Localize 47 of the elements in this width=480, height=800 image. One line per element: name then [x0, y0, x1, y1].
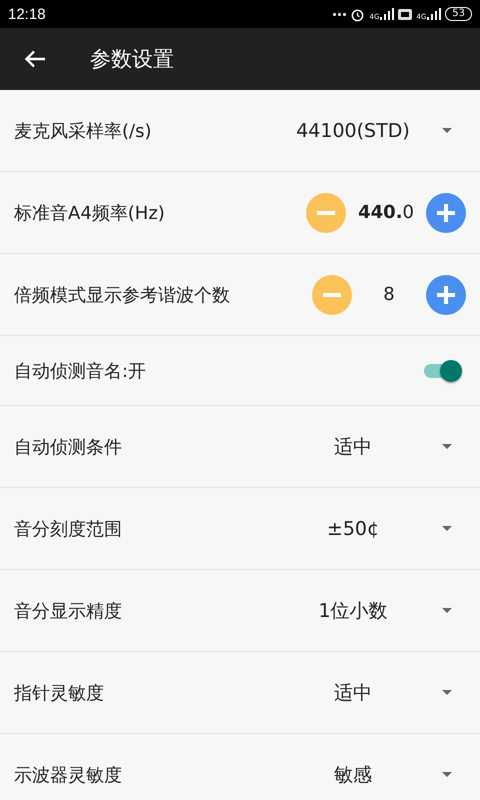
plus-button[interactable] [426, 192, 466, 232]
dropdown-value[interactable]: 适中 [278, 434, 428, 460]
caret-icon[interactable] [442, 608, 452, 613]
caret-icon[interactable] [442, 526, 452, 531]
caret-icon[interactable] [442, 444, 452, 449]
setting-row[interactable]: 自动侦测条件 适中 [0, 406, 480, 488]
caret-icon[interactable] [442, 690, 452, 695]
setting-label: 倍频模式显示参考谐波个数 [14, 284, 231, 306]
stepper-value: 440.0 [358, 202, 414, 223]
setting-label: 指针灵敏度 [14, 682, 105, 704]
battery-indicator: 53 [445, 7, 472, 21]
setting-row[interactable]: 倍频模式显示参考谐波个数 8 [0, 254, 480, 336]
setting-row[interactable]: 示波器灵敏度 敏感 [0, 734, 480, 800]
setting-label: 音分刻度范围 [14, 518, 123, 540]
setting-row[interactable]: 标准音A4频率(Hz) 440.0 [0, 172, 480, 254]
setting-label: 示波器灵敏度 [14, 764, 123, 786]
setting-row[interactable]: 麦克风采样率(/s) 44100(STD) [0, 90, 480, 172]
dropdown-value[interactable]: ±50¢ [278, 518, 428, 540]
caret-icon[interactable] [442, 128, 452, 133]
plus-icon [437, 286, 455, 304]
more-notifications-icon [333, 12, 346, 16]
caret-icon[interactable] [442, 772, 452, 777]
clock-time: 12:18 [8, 6, 46, 22]
setting-label: 自动侦测音名:开 [14, 360, 148, 382]
setting-label: 标准音A4频率(Hz) [14, 202, 166, 224]
setting-row[interactable]: 音分显示精度 1位小数 [0, 570, 480, 652]
setting-label: 麦克风采样率(/s) [14, 120, 152, 142]
screen-title: 参数设置 [90, 46, 174, 73]
dropdown-value[interactable]: 敏感 [278, 762, 428, 788]
setting-label: 自动侦测条件 [14, 436, 123, 458]
minus-icon [317, 210, 336, 214]
setting-label: 音分显示精度 [14, 600, 123, 622]
signal-icon [427, 8, 442, 20]
setting-row[interactable]: 音分刻度范围 ±50¢ [0, 488, 480, 570]
dropdown-value[interactable]: 44100(STD) [278, 120, 428, 142]
plus-icon [437, 204, 455, 222]
plus-button[interactable] [426, 274, 466, 314]
back-arrow-icon[interactable] [24, 50, 46, 68]
alarm-icon [350, 6, 366, 22]
dropdown-value[interactable]: 适中 [278, 680, 428, 706]
minus-icon [323, 292, 341, 296]
setting-row[interactable]: 指针灵敏度 适中 [0, 652, 480, 734]
dropdown-value[interactable]: 1位小数 [278, 598, 428, 624]
signal-icon [380, 8, 394, 20]
toggle-switch[interactable] [424, 358, 462, 384]
stepper-value: 8 [382, 284, 396, 305]
setting-row[interactable]: 自动侦测音名:开 [0, 336, 480, 406]
